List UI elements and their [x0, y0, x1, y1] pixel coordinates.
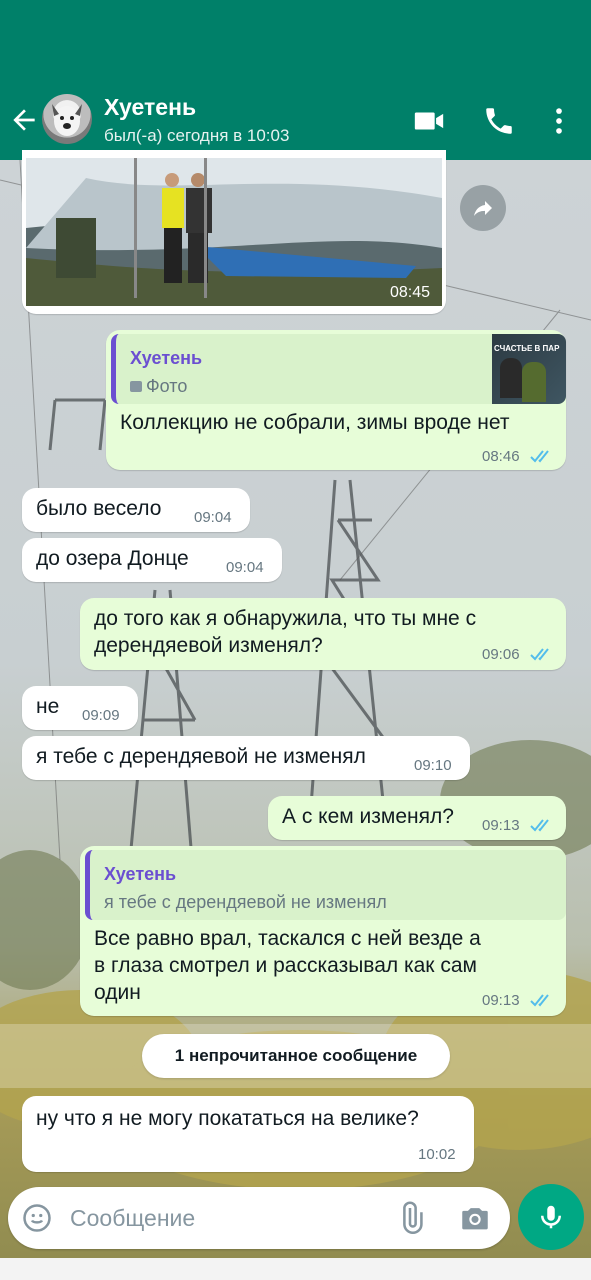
message-text-line: Все равно врал, таскался с ней везде а: [94, 927, 481, 950]
more-options-icon[interactable]: [542, 104, 576, 138]
message-text: ну что я не могу покататься на велике?: [36, 1107, 419, 1130]
incoming-message[interactable]: до озера Донце 09:04: [22, 538, 282, 582]
image-message[interactable]: 08:45: [22, 150, 446, 314]
video-call-icon[interactable]: [412, 104, 446, 138]
contact-avatar[interactable]: [42, 94, 92, 144]
outgoing-message[interactable]: А с кем изменял? 09:13: [268, 796, 566, 840]
emoji-icon[interactable]: [22, 1203, 52, 1233]
incoming-message[interactable]: не 09:09: [22, 686, 138, 730]
quote-photo-label: Фото: [130, 376, 187, 397]
forward-button[interactable]: [460, 185, 506, 231]
message-time: 10:02: [418, 1146, 456, 1163]
read-ticks-icon: [530, 648, 549, 661]
incoming-message[interactable]: было весело 09:04: [22, 488, 250, 532]
message-composer[interactable]: Сообщение: [8, 1187, 510, 1249]
message-time: 09:04: [226, 559, 264, 576]
thumbnail-text: СЧАСТЬЕ В ПАР: [494, 344, 560, 353]
quote-text: Фото: [146, 376, 188, 396]
message-text: я тебе с дерендяевой не изменял: [36, 745, 366, 768]
forward-icon: [474, 201, 492, 216]
photo-icon: [130, 381, 142, 392]
quote-author: Хуетень: [104, 864, 177, 884]
quote-thumbnail: СЧАСТЬЕ В ПАР: [492, 334, 566, 404]
quoted-message[interactable]: Хуетень я тебе с дерендяевой не изменял: [85, 850, 566, 920]
read-ticks-icon: [530, 819, 549, 832]
quoted-message[interactable]: Хуетень Фото СЧАСТЬЕ В ПАР: [111, 334, 566, 404]
message-time: 09:13: [482, 817, 520, 834]
message-text: А с кем изменял?: [282, 805, 454, 828]
camera-icon[interactable]: [458, 1201, 492, 1235]
message-time: 09:09: [82, 707, 120, 724]
message-text: до озера Донце: [36, 547, 189, 570]
message-text-line: дерендяевой изменял?: [94, 634, 323, 657]
message-text: Коллекцию не собрали, зимы вроде нет: [120, 411, 510, 434]
microphone-icon: [541, 1205, 561, 1229]
read-ticks-icon: [530, 994, 549, 1007]
message-text: было весело: [36, 497, 162, 520]
incoming-message[interactable]: ну что я не могу покататься на велике? 1…: [22, 1096, 474, 1172]
message-input[interactable]: Сообщение: [70, 1205, 195, 1232]
quote-text: я тебе с дерендяевой не изменял: [104, 892, 387, 912]
system-navigation-bar: [0, 1258, 591, 1280]
message-text: не: [36, 695, 60, 718]
incoming-message[interactable]: я тебе с дерендяевой не изменял 09:10: [22, 736, 470, 780]
message-text-line: до того как я обнаружила, что ты мне с: [94, 607, 477, 630]
contact-last-seen: был(-а) сегодня в 10:03: [104, 126, 290, 145]
attach-icon[interactable]: [394, 1201, 428, 1235]
contact-name[interactable]: Хуетень: [104, 94, 196, 121]
message-text-line: один: [94, 981, 141, 1004]
message-time: 08:45: [390, 284, 431, 301]
river-kayak-photo: [26, 158, 442, 306]
message-time: 09:13: [482, 992, 520, 1009]
back-arrow-icon[interactable]: [8, 104, 40, 136]
outgoing-message[interactable]: Хуетень я тебе с дерендяевой не изменял …: [80, 846, 566, 1016]
outgoing-message[interactable]: Хуетень Фото СЧАСТЬЕ В ПАР Коллекцию не …: [106, 330, 566, 470]
message-time: 09:10: [414, 757, 452, 774]
message-text-line: в глаза смотрел и рассказывал как сам: [94, 954, 477, 977]
message-time: 09:06: [482, 646, 520, 663]
message-time: 08:46: [482, 448, 520, 465]
voice-message-button[interactable]: [518, 1184, 584, 1250]
outgoing-message[interactable]: до того как я обнаружила, что ты мне с д…: [80, 598, 566, 670]
read-ticks-icon: [530, 450, 549, 463]
chat-header: Хуетень был(-а) сегодня в 10:03: [0, 0, 591, 160]
message-time: 09:04: [194, 509, 232, 526]
unread-messages-divider: 1 непрочитанное сообщение: [142, 1034, 450, 1078]
voice-call-icon[interactable]: [482, 104, 516, 138]
quote-author: Хуетень: [130, 348, 203, 368]
